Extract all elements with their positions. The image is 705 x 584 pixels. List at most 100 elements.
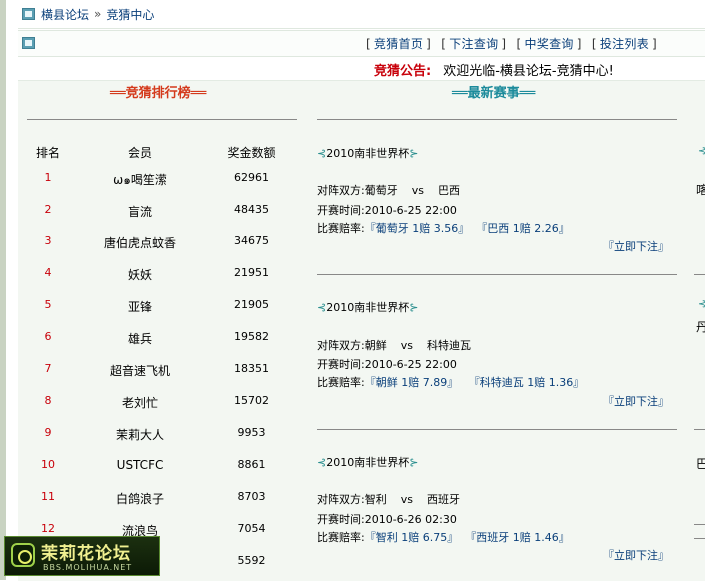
ranking-row: 2 盲流 48435 bbox=[0, 203, 300, 223]
bet-now-button[interactable]: 『立即下注』 bbox=[603, 395, 669, 408]
odds-team1-link[interactable]: 『葡萄牙 1赔 3.56』 bbox=[365, 222, 469, 235]
ranking-title: ══竞猜排行榜══ bbox=[110, 86, 207, 101]
teams-label: 对阵双方: bbox=[317, 339, 365, 352]
breadcrumb: 横县论坛 » 竞猜中心 bbox=[18, 0, 705, 29]
odds-team2-link[interactable]: 『巴西 1赔 2.26』 bbox=[476, 222, 569, 235]
member-name[interactable]: 茉莉大人 bbox=[92, 426, 188, 443]
member-name[interactable]: 雄兵 bbox=[92, 330, 188, 347]
rank-number: 9 bbox=[44, 426, 52, 439]
breadcrumb-forum-link[interactable]: 横县论坛 bbox=[41, 6, 89, 23]
rank-number: 11 bbox=[41, 490, 55, 503]
team1: 智利 bbox=[364, 493, 387, 506]
time-value: 2010-6-25 22:00 bbox=[364, 358, 457, 371]
nav-prize-query-link[interactable]: 中奖查询 bbox=[525, 37, 574, 51]
arrow-left-icon: ⊰ bbox=[317, 456, 327, 469]
member-name[interactable]: 妖妖 bbox=[92, 266, 188, 283]
team2: 巴西 bbox=[437, 184, 460, 197]
odds-team2-link[interactable]: 『西班牙 1赔 1.46』 bbox=[465, 531, 569, 544]
arrow-left-icon: ⊰ bbox=[698, 299, 705, 310]
member-name[interactable]: 白鸽浪子 bbox=[92, 490, 188, 507]
divider bbox=[694, 429, 705, 430]
vs-text: vs bbox=[400, 493, 413, 506]
clipped-text: 喀 bbox=[696, 183, 705, 197]
bet-now-button[interactable]: 『立即下注』 bbox=[603, 240, 669, 253]
rank-number: 12 bbox=[41, 522, 55, 535]
prize-amount: 21905 bbox=[234, 298, 269, 311]
flower-icon bbox=[11, 543, 35, 567]
member-name[interactable]: 老刘忙 bbox=[92, 394, 188, 411]
nav-links: [竞猜首页] [下注查询] [中奖查询] [投注列表] bbox=[365, 37, 657, 51]
betting-nav-bar: [竞猜首页] [下注查询] [中奖查询] [投注列表] bbox=[18, 30, 705, 57]
member-name[interactable]: USTCFC bbox=[92, 458, 188, 472]
divider bbox=[317, 119, 677, 120]
ranking-row: 6 雄兵 19582 bbox=[0, 330, 300, 350]
match-time: 开赛时间:2010-6-25 22:00 bbox=[317, 202, 457, 218]
member-name[interactable]: 亚锋 bbox=[92, 298, 188, 315]
teams-label: 对阵双方: bbox=[317, 184, 365, 197]
nav-betting-home-link[interactable]: 竞猜首页 bbox=[374, 37, 423, 51]
match-card: ⊰2010南非世界杯⊱ 对阵双方:葡萄牙 vs 巴西 开赛时间:2010-6-25 … bbox=[317, 145, 677, 275]
bet-now-button[interactable]: 『立即下注』 bbox=[603, 549, 669, 562]
nav-bet-query-link[interactable]: 下注查询 bbox=[449, 37, 498, 51]
member-name[interactable]: 超音速飞机 bbox=[92, 362, 188, 379]
match-time: 开赛时间:2010-6-26 02:30 bbox=[317, 511, 457, 527]
nav-bet-list-link[interactable]: 投注列表 bbox=[600, 37, 649, 51]
vs-text: vs bbox=[411, 184, 424, 197]
match-league: ⊰2010南非世界杯⊱ bbox=[317, 145, 418, 161]
team2: 西班牙 bbox=[426, 493, 460, 506]
rank-number: 1 bbox=[44, 171, 52, 184]
team2: 科特迪瓦 bbox=[426, 339, 471, 352]
teams-label: 对阵双方: bbox=[317, 493, 365, 506]
divider bbox=[694, 524, 705, 525]
prize-amount: 8861 bbox=[237, 458, 266, 471]
member-name[interactable]: 唐伯虎点蚊香 bbox=[92, 234, 188, 251]
match-time: 开赛时间:2010-6-25 22:00 bbox=[317, 356, 457, 372]
match-teams: 对阵双方:朝鲜 vs 科特迪瓦 bbox=[317, 337, 471, 353]
divider bbox=[27, 119, 297, 120]
ranking-row: 5 亚锋 21905 bbox=[0, 298, 300, 318]
ranking-row: 3 唐伯虎点蚊香 34675 bbox=[0, 234, 300, 254]
time-value: 2010-6-25 22:00 bbox=[364, 204, 457, 217]
prize-amount: 48435 bbox=[234, 203, 269, 216]
header-member: 会员 bbox=[127, 146, 152, 160]
odds-team1-link[interactable]: 『朝鲜 1赔 7.89』 bbox=[365, 376, 458, 389]
member-name[interactable]: 盲流 bbox=[92, 203, 188, 220]
arrow-right-icon: ⊱ bbox=[409, 147, 419, 160]
clipped-text: 巴 bbox=[696, 457, 705, 471]
clipped-right-column: ⊰ 喀 ⊰ 丹 巴 bbox=[680, 80, 705, 580]
announcement-text: 欢迎光临-横县论坛-竞猜中心! bbox=[443, 64, 614, 79]
prize-amount: 7054 bbox=[237, 522, 266, 535]
prize-amount: 8703 bbox=[237, 490, 266, 503]
ranking-row: 9 茉莉大人 9953 bbox=[0, 426, 300, 446]
arrow-left-icon: ⊰ bbox=[317, 301, 327, 314]
match-card: ⊰2010南非世界杯⊱ 对阵双方:朝鲜 vs 科特迪瓦 开赛时间:2010-6-25… bbox=[317, 299, 677, 429]
prize-amount: 34675 bbox=[234, 234, 269, 247]
home-icon[interactable] bbox=[22, 37, 35, 49]
divider bbox=[694, 274, 705, 275]
home-icon[interactable] bbox=[22, 8, 35, 20]
ranking-row: 1 ω๑喝笙潆 62961 bbox=[0, 171, 300, 191]
match-teams: 对阵双方:智利 vs 西班牙 bbox=[317, 491, 460, 507]
divider bbox=[317, 274, 677, 275]
team1: 朝鲜 bbox=[364, 339, 387, 352]
arrow-left-icon: ⊰ bbox=[698, 146, 705, 157]
member-name[interactable]: ω๑喝笙潆 bbox=[92, 171, 188, 190]
league-name: 2010南非世界杯 bbox=[326, 456, 410, 469]
match-odds: 比赛赔率:『智利 1赔 6.75』 『西班牙 1赔 1.46』 bbox=[317, 529, 570, 545]
prize-amount: 21951 bbox=[234, 266, 269, 279]
breadcrumb-betting-center-link[interactable]: 竞猜中心 bbox=[106, 6, 154, 23]
arrow-right-icon: ⊱ bbox=[409, 301, 419, 314]
odds-team1-link[interactable]: 『智利 1赔 6.75』 bbox=[365, 531, 458, 544]
league-name: 2010南非世界杯 bbox=[326, 301, 410, 314]
odds-team2-link[interactable]: 『科特迪瓦 1赔 1.36』 bbox=[469, 376, 584, 389]
breadcrumb-separator: » bbox=[94, 7, 102, 21]
watermark-name: 茉莉花论坛 bbox=[41, 544, 131, 564]
rank-number: 7 bbox=[44, 362, 52, 375]
rank-number: 6 bbox=[44, 330, 52, 343]
clipped-text: 丹 bbox=[696, 320, 705, 334]
rank-number: 3 bbox=[44, 234, 52, 247]
time-label: 开赛时间: bbox=[317, 358, 365, 371]
watermark-url: BBS.MOLIHUA.NET bbox=[43, 563, 133, 572]
prize-amount: 15702 bbox=[234, 394, 269, 407]
forum-watermark-logo: 茉莉花论坛 BBS.MOLIHUA.NET bbox=[4, 536, 160, 576]
